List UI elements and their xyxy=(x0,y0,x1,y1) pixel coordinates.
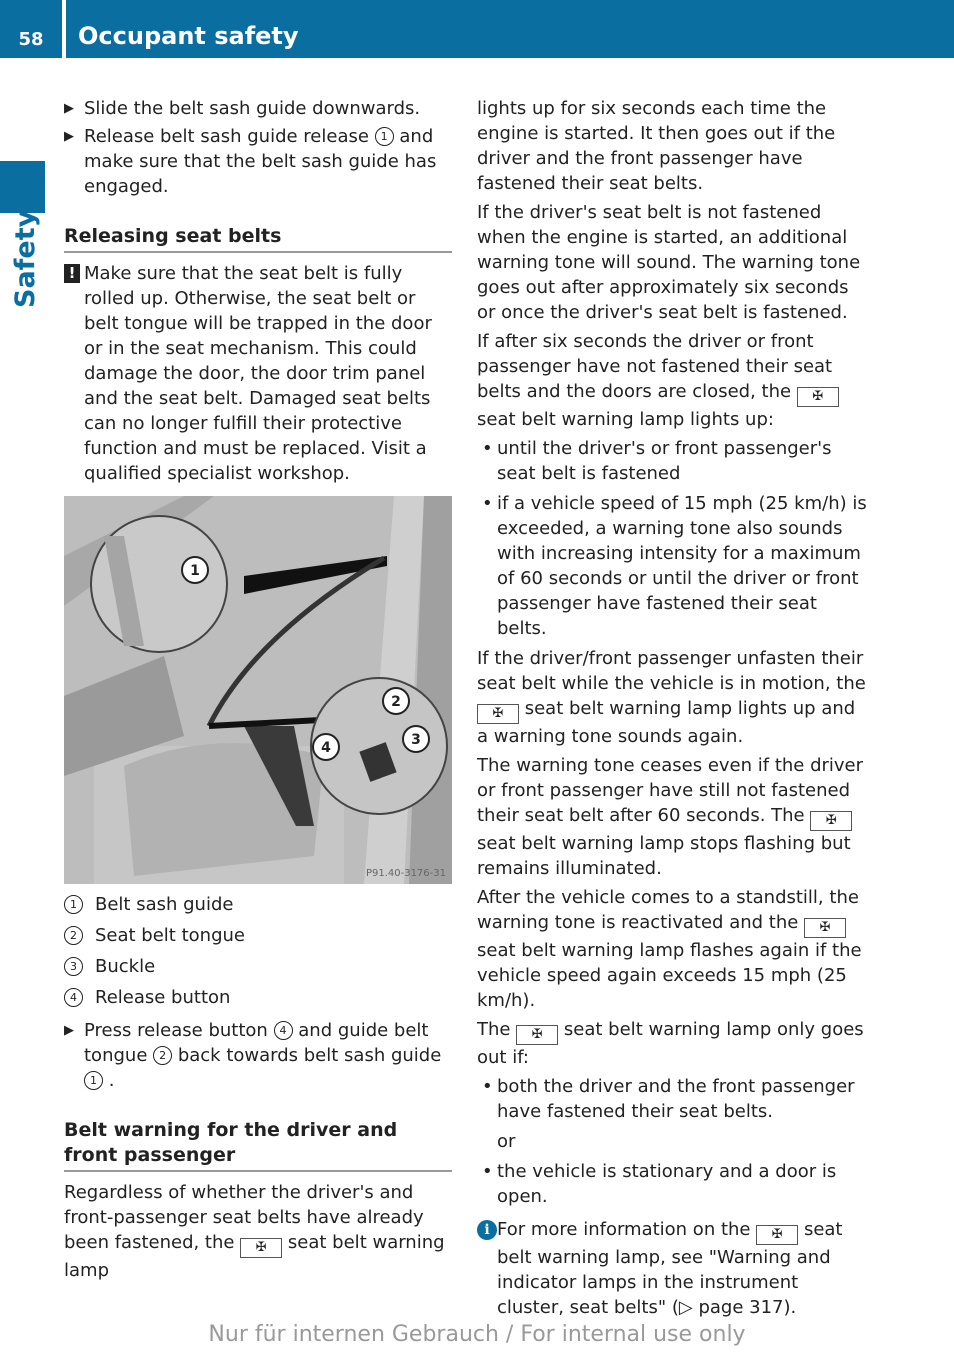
seatbelt-lamp-icon: ✠ xyxy=(796,387,839,407)
legend-item: 4 Release button xyxy=(64,985,452,1010)
step-item: ▶ Press release button 4 and guide belt … xyxy=(64,1020,442,1091)
step-item: ▶ Release belt sash guide release 1 and … xyxy=(64,126,437,197)
bullet-item: • until the driver's or front passenger's… xyxy=(482,438,832,484)
section-heading-belt-warning: Belt warning for the driver and front pa… xyxy=(64,1118,452,1172)
paragraph: If the driver/front passenger unfasten t… xyxy=(477,648,866,747)
footer-watermark: Nur für internen Gebrauch / For internal… xyxy=(208,1322,746,1347)
header-divider xyxy=(62,0,66,58)
seatbelt-lamp-icon: ✠ xyxy=(810,811,853,831)
seat-belt-illustration: 1 2 3 4 P91.40-3176-31 xyxy=(64,496,452,884)
paragraph: After the vehicle comes to a standstill,… xyxy=(477,887,862,1011)
paragraph: If the driver's seat belt is not fastene… xyxy=(477,202,861,323)
bullet-item: • both the driver and the front passenger… xyxy=(482,1076,855,1122)
seatbelt-lamp-icon: ✠ xyxy=(804,918,847,938)
svg-text:1: 1 xyxy=(190,563,200,579)
warning-note: ! Make sure that the seat belt is fully … xyxy=(64,261,452,486)
intro-paragraph: Regardless of whether the driver's and f… xyxy=(64,1182,445,1281)
paragraph: If after six seconds the driver or front… xyxy=(477,329,867,432)
seatbelt-lamp-icon: ✠ xyxy=(756,1225,799,1245)
info-note: i For more information on the ✠ seat bel… xyxy=(477,1217,867,1320)
paragraph: lights up for six seconds each time the … xyxy=(477,98,836,194)
right-column: lights up for six seconds each time the … xyxy=(477,96,867,1320)
seatbelt-lamp-icon: ✠ xyxy=(477,704,519,724)
side-tab-label: Safety xyxy=(10,209,41,308)
section-heading-releasing: Releasing seat belts xyxy=(64,224,452,253)
seatbelt-lamp-icon: ✠ xyxy=(516,1025,559,1045)
figure-legend: 1 Belt sash guide 2 Seat belt tongue 3 Buck… xyxy=(64,892,452,1010)
paragraph: The warning tone ceases even if the driv… xyxy=(477,755,864,879)
bullet-item: • if a vehicle speed of 15 mph (25 km/h) … xyxy=(482,493,867,639)
svg-text:3: 3 xyxy=(411,732,421,748)
bullet-item: • the vehicle is stationary and a door is… xyxy=(482,1161,837,1207)
left-column: ▶ Slide the belt sash guide downwards. ▶… xyxy=(64,96,452,1287)
svg-text:4: 4 xyxy=(321,740,331,756)
page-number: 58 xyxy=(18,29,44,50)
svg-text:P91.40-3176-31: P91.40-3176-31 xyxy=(366,868,446,879)
step-item: ▶ Slide the belt sash guide downwards. xyxy=(64,98,421,119)
side-tab-marker xyxy=(0,161,45,213)
step-arrow-icon: ▶ xyxy=(64,129,74,144)
illustration-svg: 1 2 3 4 P91.40-3176-31 xyxy=(64,496,452,884)
legend-item: 3 Buckle xyxy=(64,954,452,979)
step-arrow-icon: ▶ xyxy=(64,1023,74,1038)
page-header: 58 Occupant safety xyxy=(0,0,954,58)
svg-text:2: 2 xyxy=(391,694,401,710)
step-arrow-icon: ▶ xyxy=(64,101,74,116)
callout-1-icon: 1 xyxy=(374,127,394,146)
seatbelt-lamp-icon: ✠ xyxy=(240,1238,283,1258)
paragraph: The ✠ seat belt warning lamp only goes o… xyxy=(477,1019,864,1068)
warning-icon: ! xyxy=(64,264,80,283)
legend-item: 2 Seat belt tongue xyxy=(64,923,452,948)
info-icon: i xyxy=(477,1220,497,1240)
page-title: Occupant safety xyxy=(78,22,299,50)
legend-item: 1 Belt sash guide xyxy=(64,892,452,917)
or-separator: or xyxy=(497,1131,516,1152)
